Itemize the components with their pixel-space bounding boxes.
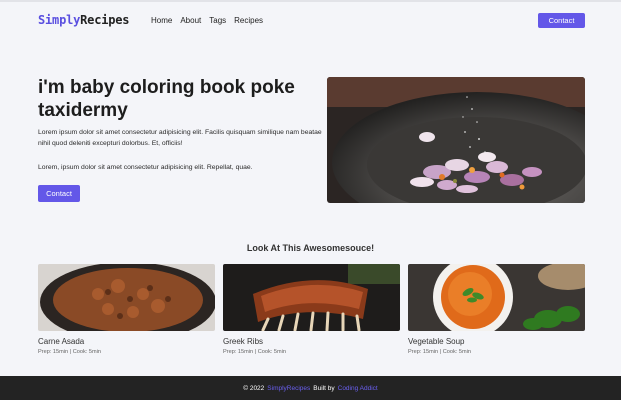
logo[interactable]: SimplyRecipes [38,13,130,27]
recipe-title-vegetable-soup[interactable]: Vegetable Soup [408,337,585,346]
recipe-card-greek-ribs[interactable]: Greek Ribs Prep: 15min | Cook: 5min [223,264,400,355]
footer-brand-link[interactable]: SimplyRecipes [267,385,310,392]
recipe-meta-carne-asada: Prep: 15min | Cook: 5min [38,349,102,355]
recipe-image-greek-ribs [223,264,400,331]
nav-link-about[interactable]: About [180,16,201,25]
navbar: SimplyRecipes Home About Tags Recipes Co… [0,2,621,38]
recipe-meta-vegetable-soup: Prep: 15min | Cook: 5min [408,349,472,355]
nav-contact-button[interactable]: Contact [538,13,585,28]
recipe-image-vegetable-soup [408,264,585,331]
footer-author-link[interactable]: Coding Addict [338,385,378,392]
nav-link-recipes[interactable]: Recipes [234,16,263,25]
recipe-title-greek-ribs[interactable]: Greek Ribs [223,337,400,346]
featured-title: Look At This Awesomesouce! [246,243,375,253]
nav-links: Home About Tags Recipes [151,16,263,25]
hero-paragraph-2: Lorem, ipsum dolor sit amet consectetur … [38,164,253,171]
footer-built-by: Built by [313,384,335,392]
logo-simply: Simply [38,13,81,27]
hero-paragraph-1: Lorem ipsum dolor sit amet consectetur a… [38,129,322,147]
nav-link-tags[interactable]: Tags [209,16,226,25]
logo-recipes: Recipes [80,13,130,27]
nav-link-home[interactable]: Home [151,16,172,25]
footer-copyright: © 2022 [243,384,265,392]
recipe-meta-greek-ribs: Prep: 15min | Cook: 5min [223,349,287,355]
hero-contact-button[interactable]: Contact [38,185,80,202]
footer: © 2022 SimplyRecipes Built by Coding Add… [0,376,621,400]
recipe-card-carne-asada[interactable]: Carne Asada Prep: 15min | Cook: 5min [38,264,215,355]
recipe-image-carne-asada [38,264,215,331]
recipe-title-carne-asada[interactable]: Carne Asada [38,337,215,346]
recipe-card-vegetable-soup[interactable]: Vegetable Soup Prep: 15min | Cook: 5min [408,264,585,355]
hero-title: i'm baby coloring book poke taxidermy [38,77,295,121]
hero-image-onion-bowl [327,77,585,203]
